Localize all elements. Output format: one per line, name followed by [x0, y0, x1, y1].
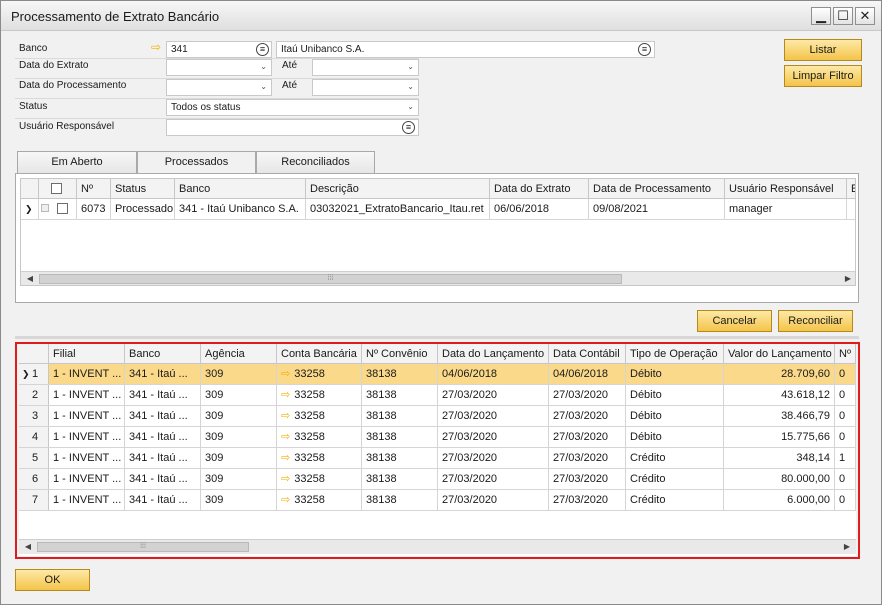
scrollbar-thumb[interactable]: ⁞⁞⁞: [39, 274, 622, 284]
statement-processing-window: Processamento de Extrato Bancário ▁ ☐ ✕ …: [0, 0, 882, 605]
status-select[interactable]: Todos os status ⌄: [166, 99, 419, 116]
data-processamento-label: Data do Processamento: [19, 80, 127, 91]
minimize-button[interactable]: ▁: [811, 7, 831, 25]
data-extrato-to-field[interactable]: ⌄: [312, 59, 419, 76]
reconciliar-button[interactable]: Reconciliar: [778, 310, 853, 332]
ate-label-2: Até: [282, 80, 298, 91]
row-select-cell[interactable]: [39, 199, 77, 219]
usuario-list-button-icon[interactable]: ≡: [402, 121, 415, 134]
header-select-all[interactable]: [39, 179, 77, 199]
table-cell: manager: [725, 199, 847, 219]
banco-list-button-icon[interactable]: ≡: [256, 43, 269, 56]
cancelar-button[interactable]: Cancelar: [697, 310, 772, 332]
table-cell: 03032021_ExtratoBancario_Itau.ret: [306, 199, 490, 219]
splitter[interactable]: [15, 336, 859, 339]
link-arrow-icon[interactable]: ⇨: [151, 41, 161, 53]
usuario-field[interactable]: [166, 119, 419, 136]
close-button[interactable]: ✕: [855, 7, 875, 25]
dropdown-icon: ⌄: [407, 82, 414, 91]
banco-name-list-button-icon[interactable]: ≡: [638, 43, 651, 56]
table-cell: 09/08/2021: [589, 199, 725, 219]
header-cell[interactable]: Status: [111, 179, 175, 199]
tab-processados[interactable]: Processados: [137, 151, 256, 175]
header-rowmarker: [21, 179, 39, 199]
data-extrato-from-field[interactable]: ⌄: [166, 59, 272, 76]
usuario-label: Usuário Responsável: [19, 121, 115, 132]
header-cell[interactable]: E: [847, 179, 855, 199]
dropdown-icon: ⌄: [260, 82, 267, 91]
table-cell: 6073: [77, 199, 111, 219]
ok-button[interactable]: OK: [15, 569, 90, 591]
listar-button[interactable]: Listar: [784, 39, 862, 61]
data-processamento-from-field[interactable]: ⌄: [166, 79, 272, 96]
header-cell[interactable]: Data do Extrato: [490, 179, 589, 199]
data-processamento-to-field[interactable]: ⌄: [312, 79, 419, 96]
data-extrato-label: Data do Extrato: [19, 60, 89, 71]
statements-grid: Nº Status Banco Descrição Data do Extrat…: [20, 178, 856, 286]
scroll-left-icon[interactable]: ◀: [23, 272, 37, 285]
maximize-button[interactable]: ☐: [833, 7, 853, 25]
header-cell[interactable]: Usuário Responsável: [725, 179, 847, 199]
scroll-right-icon[interactable]: ▶: [841, 272, 855, 285]
tab-em-aberto[interactable]: Em Aberto: [17, 151, 137, 174]
highlight-box: [15, 342, 860, 559]
select-all-checkbox[interactable]: [51, 183, 62, 194]
header-cell[interactable]: Descrição: [306, 179, 490, 199]
limpar-filtro-button[interactable]: Limpar Filtro: [784, 65, 862, 87]
table-cell: [847, 199, 855, 219]
dropdown-icon: ⌄: [260, 62, 267, 71]
banco-name-value: Itaú Unibanco S.A.: [281, 44, 365, 55]
header-cell[interactable]: Nº: [77, 179, 111, 199]
table-cell: Processado: [111, 199, 175, 219]
status-value: Todos os status: [171, 102, 241, 113]
processed-statements-panel: Nº Status Banco Descrição Data do Extrat…: [15, 173, 859, 303]
row-checkbox-disabled: [41, 204, 49, 212]
window-title: Processamento de Extrato Bancário: [11, 9, 220, 24]
ate-label: Até: [282, 60, 298, 71]
title-bar: Processamento de Extrato Bancário ▁ ☐ ✕: [1, 1, 881, 31]
table-cell: 341 - Itaú Unibanco S.A.: [175, 199, 306, 219]
table-cell: 06/06/2018: [490, 199, 589, 219]
header-cell[interactable]: Data de Processamento: [589, 179, 725, 199]
status-label: Status: [19, 101, 48, 112]
dropdown-icon: ⌄: [407, 62, 414, 71]
banco-name-field[interactable]: Itaú Unibanco S.A.: [276, 41, 655, 58]
banco-label: Banco: [19, 43, 48, 54]
banco-code-value: 341: [171, 44, 188, 55]
statements-grid-header: Nº Status Banco Descrição Data do Extrat…: [21, 179, 855, 199]
header-cell[interactable]: Banco: [175, 179, 306, 199]
row-checkbox[interactable]: [57, 203, 68, 214]
table-row[interactable]: ❯ 6073 Processado 341 - Itaú Unibanco S.…: [21, 199, 855, 220]
top-grid-scrollbar[interactable]: ◀ ⁞⁞⁞ ▶: [21, 271, 855, 285]
row-marker-icon: ❯: [21, 199, 39, 219]
tab-reconciliados[interactable]: Reconciliados: [256, 151, 375, 174]
dropdown-icon: ⌄: [407, 102, 414, 111]
